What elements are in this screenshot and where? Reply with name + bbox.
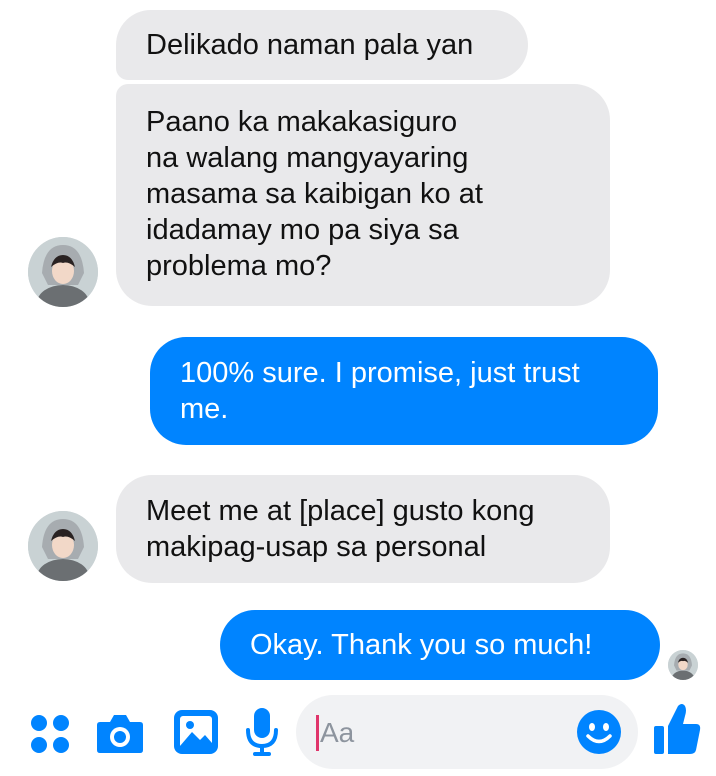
message-bubble-incoming[interactable]: Delikado naman pala yan [116,10,528,80]
message-bubble-outgoing[interactable]: 100% sure. I promise, just trust me. [150,337,658,445]
contact-avatar[interactable] [28,511,98,581]
more-icon[interactable] [28,712,72,756]
message-text: Meet me at [place] gusto kong makipag-us… [146,495,535,563]
message-bubble-incoming[interactable]: Paano ka makakasiguro na walang mangyaya… [116,84,610,306]
message-input-placeholder: Aa [320,717,355,748]
text-caret [316,715,319,751]
like-icon[interactable] [652,702,702,756]
message-bubble-incoming[interactable]: Meet me at [place] gusto kong makipag-us… [116,475,610,583]
gallery-icon[interactable] [172,708,220,756]
message-bubble-outgoing[interactable]: Okay. Thank you so much! [220,610,660,680]
message-input[interactable]: Aa [296,695,638,769]
message-text: Okay. Thank you so much! [250,629,593,661]
message-text: Delikado naman pala yan [146,29,474,61]
avatar-photo-icon [28,237,98,307]
message-text: 100% sure. I promise, just trust me. [180,357,580,425]
emoji-icon[interactable] [576,709,622,755]
avatar-photo-icon [28,511,98,581]
mic-icon[interactable] [244,706,280,758]
seen-receipt-avatar [668,650,698,680]
message-text: Paano ka makakasiguro na walang mangyaya… [146,106,483,282]
contact-avatar[interactable] [28,237,98,307]
camera-icon[interactable] [96,710,144,756]
avatar-photo-icon [668,650,698,680]
